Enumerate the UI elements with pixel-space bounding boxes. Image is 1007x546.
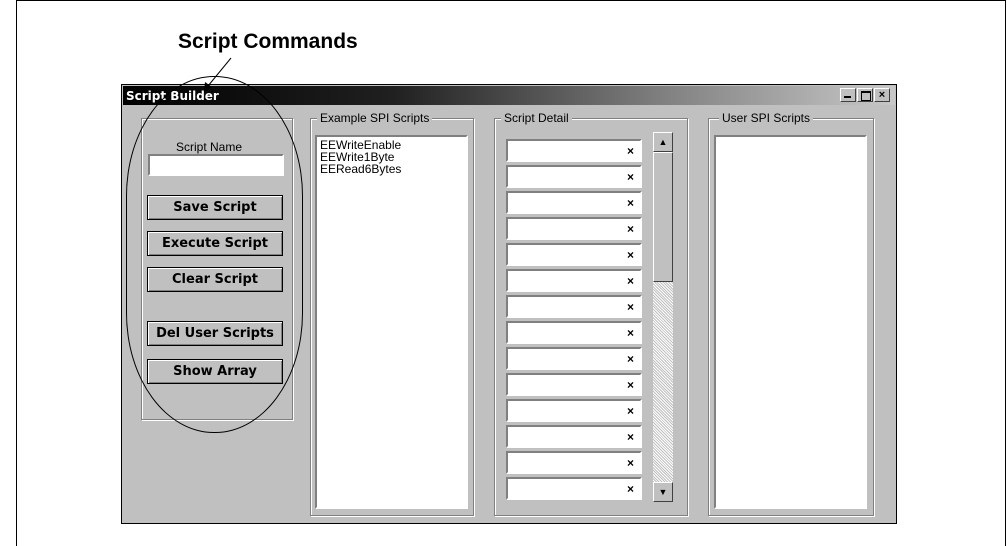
execute-script-button[interactable]: Execute Script [147, 231, 283, 256]
delete-icon[interactable]: × [627, 456, 634, 470]
list-item[interactable]: EERead6Bytes [317, 163, 466, 175]
example-scripts-list[interactable]: EEWriteEnable EEWrite1Byte EERead6Bytes [315, 135, 468, 509]
script-name-input[interactable] [148, 154, 284, 176]
delete-icon[interactable]: × [627, 170, 634, 184]
script-detail-label: Script Detail [501, 111, 572, 125]
script-detail-field-9[interactable]: × [506, 347, 642, 370]
delete-icon[interactable]: × [627, 326, 634, 340]
scroll-down-icon[interactable]: ▼ [653, 482, 673, 502]
minimize-button[interactable] [840, 88, 856, 102]
window-title: Script Builder [126, 88, 219, 103]
delete-icon[interactable]: × [627, 222, 634, 236]
window-controls: × [840, 88, 890, 102]
script-detail-field-10[interactable]: × [506, 373, 642, 396]
scroll-up-icon[interactable]: ▲ [653, 132, 673, 152]
user-scripts-label: User SPI Scripts [719, 111, 814, 125]
script-detail-scrollbar[interactable]: ▲ ▼ [653, 132, 673, 502]
close-button[interactable]: × [874, 88, 890, 102]
script-detail-field-1[interactable]: × [506, 139, 642, 162]
titlebar[interactable]: Script Builder × [123, 86, 895, 105]
script-detail-field-2[interactable]: × [506, 165, 642, 188]
del-user-scripts-button[interactable]: Del User Scripts [147, 321, 283, 346]
delete-icon[interactable]: × [627, 300, 634, 314]
script-detail-field-3[interactable]: × [506, 191, 642, 214]
script-detail-field-4[interactable]: × [506, 217, 642, 240]
user-scripts-list[interactable] [714, 135, 867, 509]
delete-icon[interactable]: × [627, 378, 634, 392]
scrollbar-thumb[interactable] [653, 152, 673, 282]
script-builder-window: Script Builder × Script Name Save Script… [121, 84, 897, 524]
script-detail-field-8[interactable]: × [506, 321, 642, 344]
script-detail-field-6[interactable]: × [506, 269, 642, 292]
clear-script-button[interactable]: Clear Script [147, 267, 283, 292]
delete-icon[interactable]: × [627, 248, 634, 262]
save-script-button[interactable]: Save Script [147, 195, 283, 220]
script-detail-field-5[interactable]: × [506, 243, 642, 266]
delete-icon[interactable]: × [627, 144, 634, 158]
script-detail-field-12[interactable]: × [506, 425, 642, 448]
maximize-button[interactable] [857, 88, 873, 102]
script-detail-field-11[interactable]: × [506, 399, 642, 422]
delete-icon[interactable]: × [627, 196, 634, 210]
example-scripts-label: Example SPI Scripts [317, 111, 433, 125]
delete-icon[interactable]: × [627, 482, 634, 496]
script-detail-field-7[interactable]: × [506, 295, 642, 318]
show-array-button[interactable]: Show Array [147, 359, 283, 384]
script-name-label: Script Name [176, 140, 243, 154]
delete-icon[interactable]: × [627, 430, 634, 444]
callout-title: Script Commands [178, 30, 358, 53]
delete-icon[interactable]: × [627, 352, 634, 366]
script-detail-field-13[interactable]: × [506, 451, 642, 474]
delete-icon[interactable]: × [627, 404, 634, 418]
script-detail-field-14[interactable]: × [506, 477, 642, 500]
delete-icon[interactable]: × [627, 274, 634, 288]
